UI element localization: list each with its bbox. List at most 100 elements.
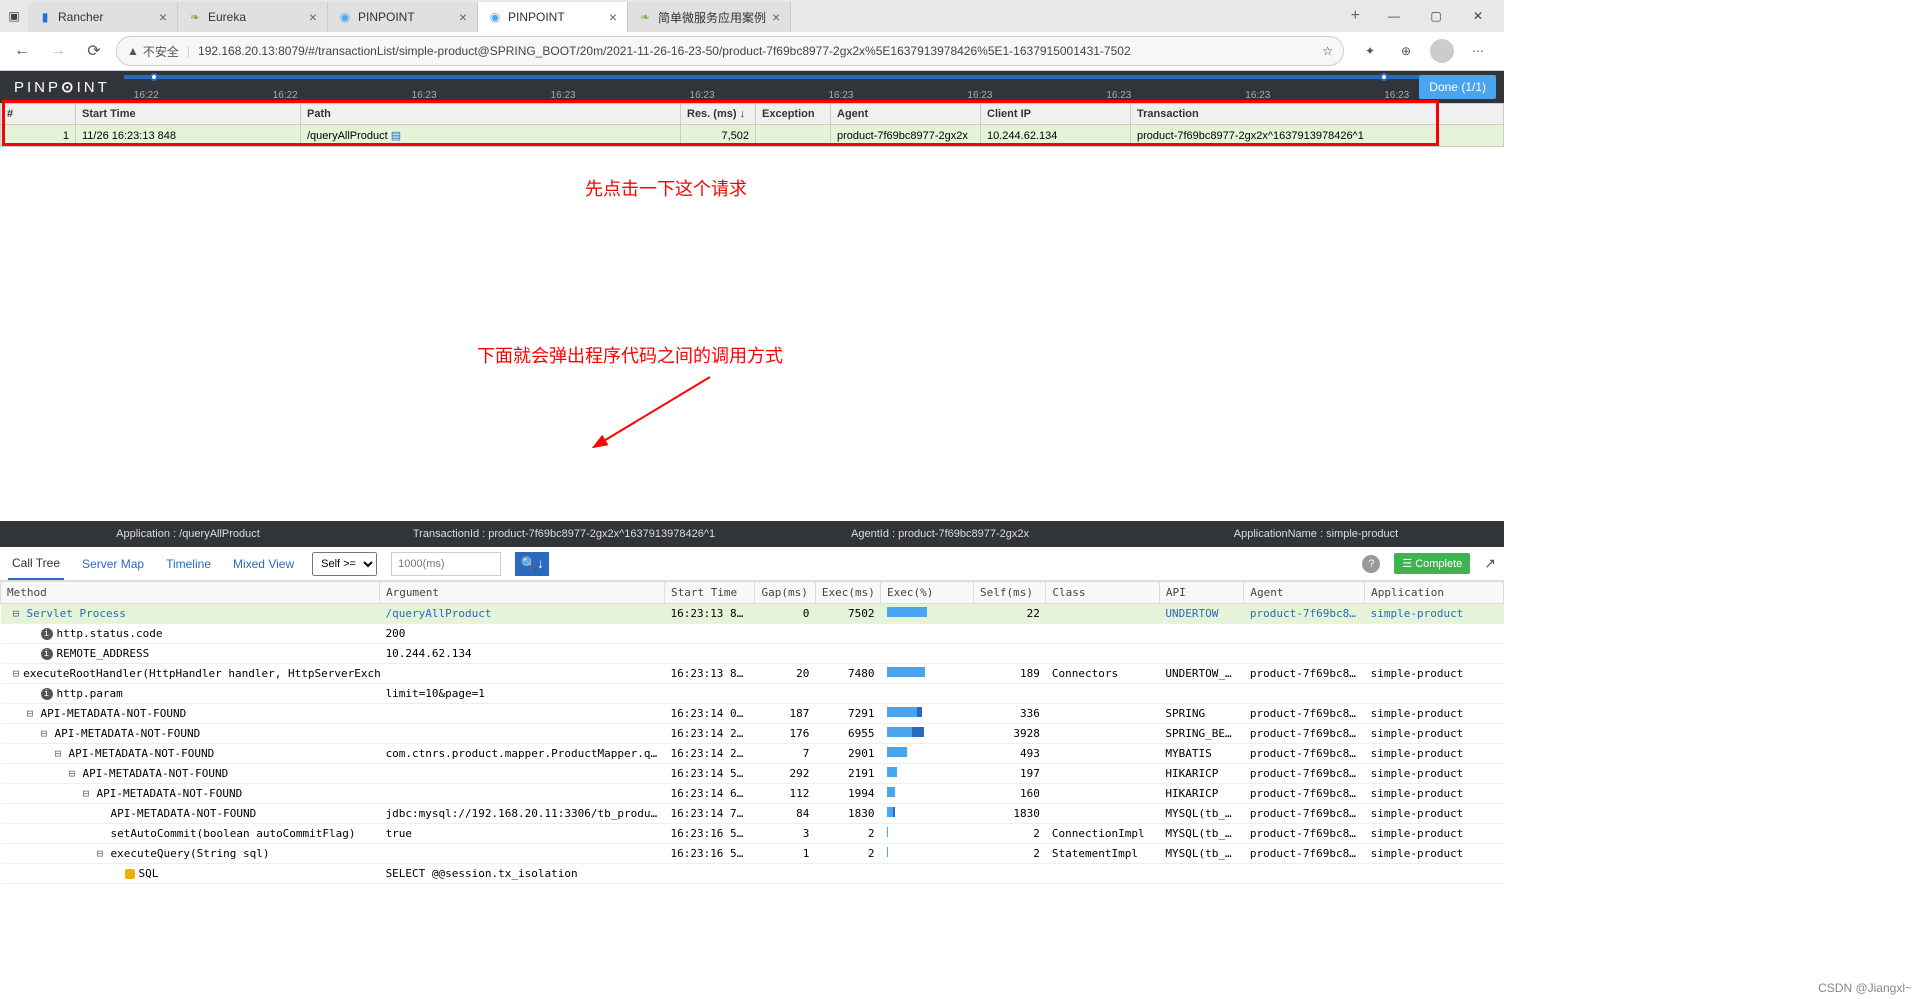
class [1046,744,1159,764]
th-execp[interactable]: Exec(%) [881,582,974,604]
search-button[interactable]: 🔍↓ [515,552,549,576]
refresh-button[interactable]: ⟳ [80,37,108,65]
th-method[interactable]: Method [1,582,380,604]
favorites-icon[interactable]: ✦ [1358,39,1382,63]
timeline[interactable]: 16:2216:2216:2316:2316:2316:2316:2316:23… [124,71,1420,103]
app [1365,684,1504,704]
browser-tab[interactable]: ❧Eureka× [178,2,328,32]
minimize-button[interactable]: — [1380,2,1408,30]
app [1365,624,1504,644]
new-tab-button[interactable]: + [1343,1,1368,31]
api [1159,684,1244,704]
detail-agent: AgentId : product-7f69bc8977-2gx2x [752,528,1128,540]
calltree-row[interactable]: ⊟executeRootHandler(HttpHandler handler,… [1,664,1504,684]
close-button[interactable]: ✕ [1464,2,1492,30]
th-exc[interactable]: Exception [756,104,831,125]
calltree-row[interactable]: API-METADATA-NOT-FOUND jdbc:mysql://192.… [1,804,1504,824]
th-self[interactable]: Self(ms) [973,582,1045,604]
th-exec[interactable]: Exec(ms) [815,582,880,604]
profile-avatar[interactable] [1430,39,1454,63]
th-res[interactable]: Res. (ms) ↓ [681,104,756,125]
toggle-icon[interactable]: ⊟ [27,707,37,720]
filter-input[interactable] [391,552,501,576]
calltree-row[interactable]: setAutoCommit(boolean autoCommitFlag) tr… [1,824,1504,844]
calltree-row[interactable]: ⊟API-METADATA-NOT-FOUND 16:23:14 055 187… [1,704,1504,724]
close-icon[interactable]: × [772,9,780,25]
favorite-icon[interactable]: ☆ [1322,44,1333,58]
toggle-icon[interactable]: ⊟ [69,767,79,780]
self [973,644,1045,664]
filter-select[interactable]: Self >= [312,552,377,576]
calltree-row[interactable]: ⊟API-METADATA-NOT-FOUND 16:23:14 530 292… [1,764,1504,784]
th-gap[interactable]: Gap(ms) [755,582,815,604]
th-agent[interactable]: Agent [831,104,981,125]
th-class[interactable]: Class [1046,582,1159,604]
exec: 1830 [815,804,880,824]
tab-title: PINPOINT [508,10,603,24]
browser-tab[interactable]: ◉PINPOINT× [328,2,478,32]
calltree-row[interactable]: ihttp.param limit=10&page=1 [1,684,1504,704]
th-ip[interactable]: Client IP [981,104,1131,125]
toggle-icon[interactable]: ⊟ [41,727,51,740]
toggle-icon[interactable]: ⊟ [83,787,93,800]
toggle-icon[interactable]: ⊟ [55,747,65,760]
calltree-row[interactable]: ⊟API-METADATA-NOT-FOUND 16:23:14 231 176… [1,724,1504,744]
th-app[interactable]: Application [1365,582,1504,604]
th-txn[interactable]: Transaction [1131,104,1504,125]
toggle-icon[interactable]: ⊟ [13,607,23,620]
th-path[interactable]: Path [301,104,681,125]
tab-servermap[interactable]: Server Map [78,549,148,579]
tab-calltree[interactable]: Call Tree [8,548,64,580]
th-agent[interactable]: Agent [1244,582,1365,604]
calltree-row[interactable]: SQL SELECT @@session.tx_isolation [1,864,1504,884]
th-num[interactable]: # [1,104,76,125]
th-arg[interactable]: Argument [380,582,665,604]
api: MYBATIS [1159,744,1244,764]
timeline-label: 16:23 [1384,90,1409,101]
close-icon[interactable]: × [159,9,167,25]
calltree-row[interactable]: iREMOTE_ADDRESS 10.244.62.134 [1,644,1504,664]
menu-icon[interactable]: ⋯ [1466,39,1490,63]
toggle-icon[interactable]: ⊟ [13,667,20,680]
back-button[interactable]: ← [8,37,36,65]
collections-icon[interactable]: ⊕ [1394,39,1418,63]
tab-timeline[interactable]: Timeline [162,549,215,579]
forward-button[interactable]: → [44,37,72,65]
start-time: 16:23:16 562 [664,844,755,864]
start-time [664,644,755,664]
url-bar[interactable]: ▲ 不安全 | 192.168.20.13:8079/#/transaction… [116,36,1344,66]
annotation-click: 先点击一下这个请求 [585,175,747,201]
browser-tab[interactable]: ❧简单微服务应用案例× [628,2,791,32]
close-icon[interactable]: × [459,9,467,25]
th-start[interactable]: Start Time [664,582,755,604]
close-icon[interactable]: × [609,9,617,25]
help-icon[interactable]: ? [1362,555,1380,573]
gap [755,644,815,664]
class [1046,804,1159,824]
main-area: 先点击一下这个请求 下面就会弹出程序代码之间的调用方式 [0,147,1504,521]
calltree-row[interactable]: ⊟Servlet Process /queryAllProduct 16:23:… [1,604,1504,624]
tab-mixedview[interactable]: Mixed View [229,549,298,579]
export-icon[interactable]: ↗ [1484,555,1496,572]
self [973,864,1045,884]
app: simple-product [1365,704,1504,724]
transaction-row[interactable]: 1 11/26 16:23:13 848 /queryAllProduct ▤ … [1,125,1504,147]
method-name: executeRootHandler(HttpHandler handler, … [23,667,379,680]
calltree-row[interactable]: ⊟executeQuery(String sql) 16:23:16 562 1… [1,844,1504,864]
toggle-icon[interactable]: ⊟ [97,847,107,860]
calltree-row[interactable]: ⊟API-METADATA-NOT-FOUND 16:23:14 642 112… [1,784,1504,804]
detail-toolbar: Call Tree Server Map Timeline Mixed View… [0,547,1504,581]
close-icon[interactable]: × [309,9,317,25]
maximize-button[interactable]: ▢ [1422,2,1450,30]
method-name: API-METADATA-NOT-FOUND [55,727,201,740]
method-name: Servlet Process [27,607,126,620]
exec-bar [881,704,974,724]
timeline-label: 16:22 [134,90,159,101]
calltree-row[interactable]: ⊟API-METADATA-NOT-FOUND com.ctnrs.produc… [1,744,1504,764]
tab-overview-icon[interactable]: ▣ [0,2,28,30]
th-start[interactable]: Start Time [76,104,301,125]
calltree-row[interactable]: ihttp.status.code 200 [1,624,1504,644]
browser-tab[interactable]: ◉PINPOINT× [478,2,628,32]
browser-tab[interactable]: ▮Rancher× [28,2,178,32]
th-api[interactable]: API [1159,582,1244,604]
